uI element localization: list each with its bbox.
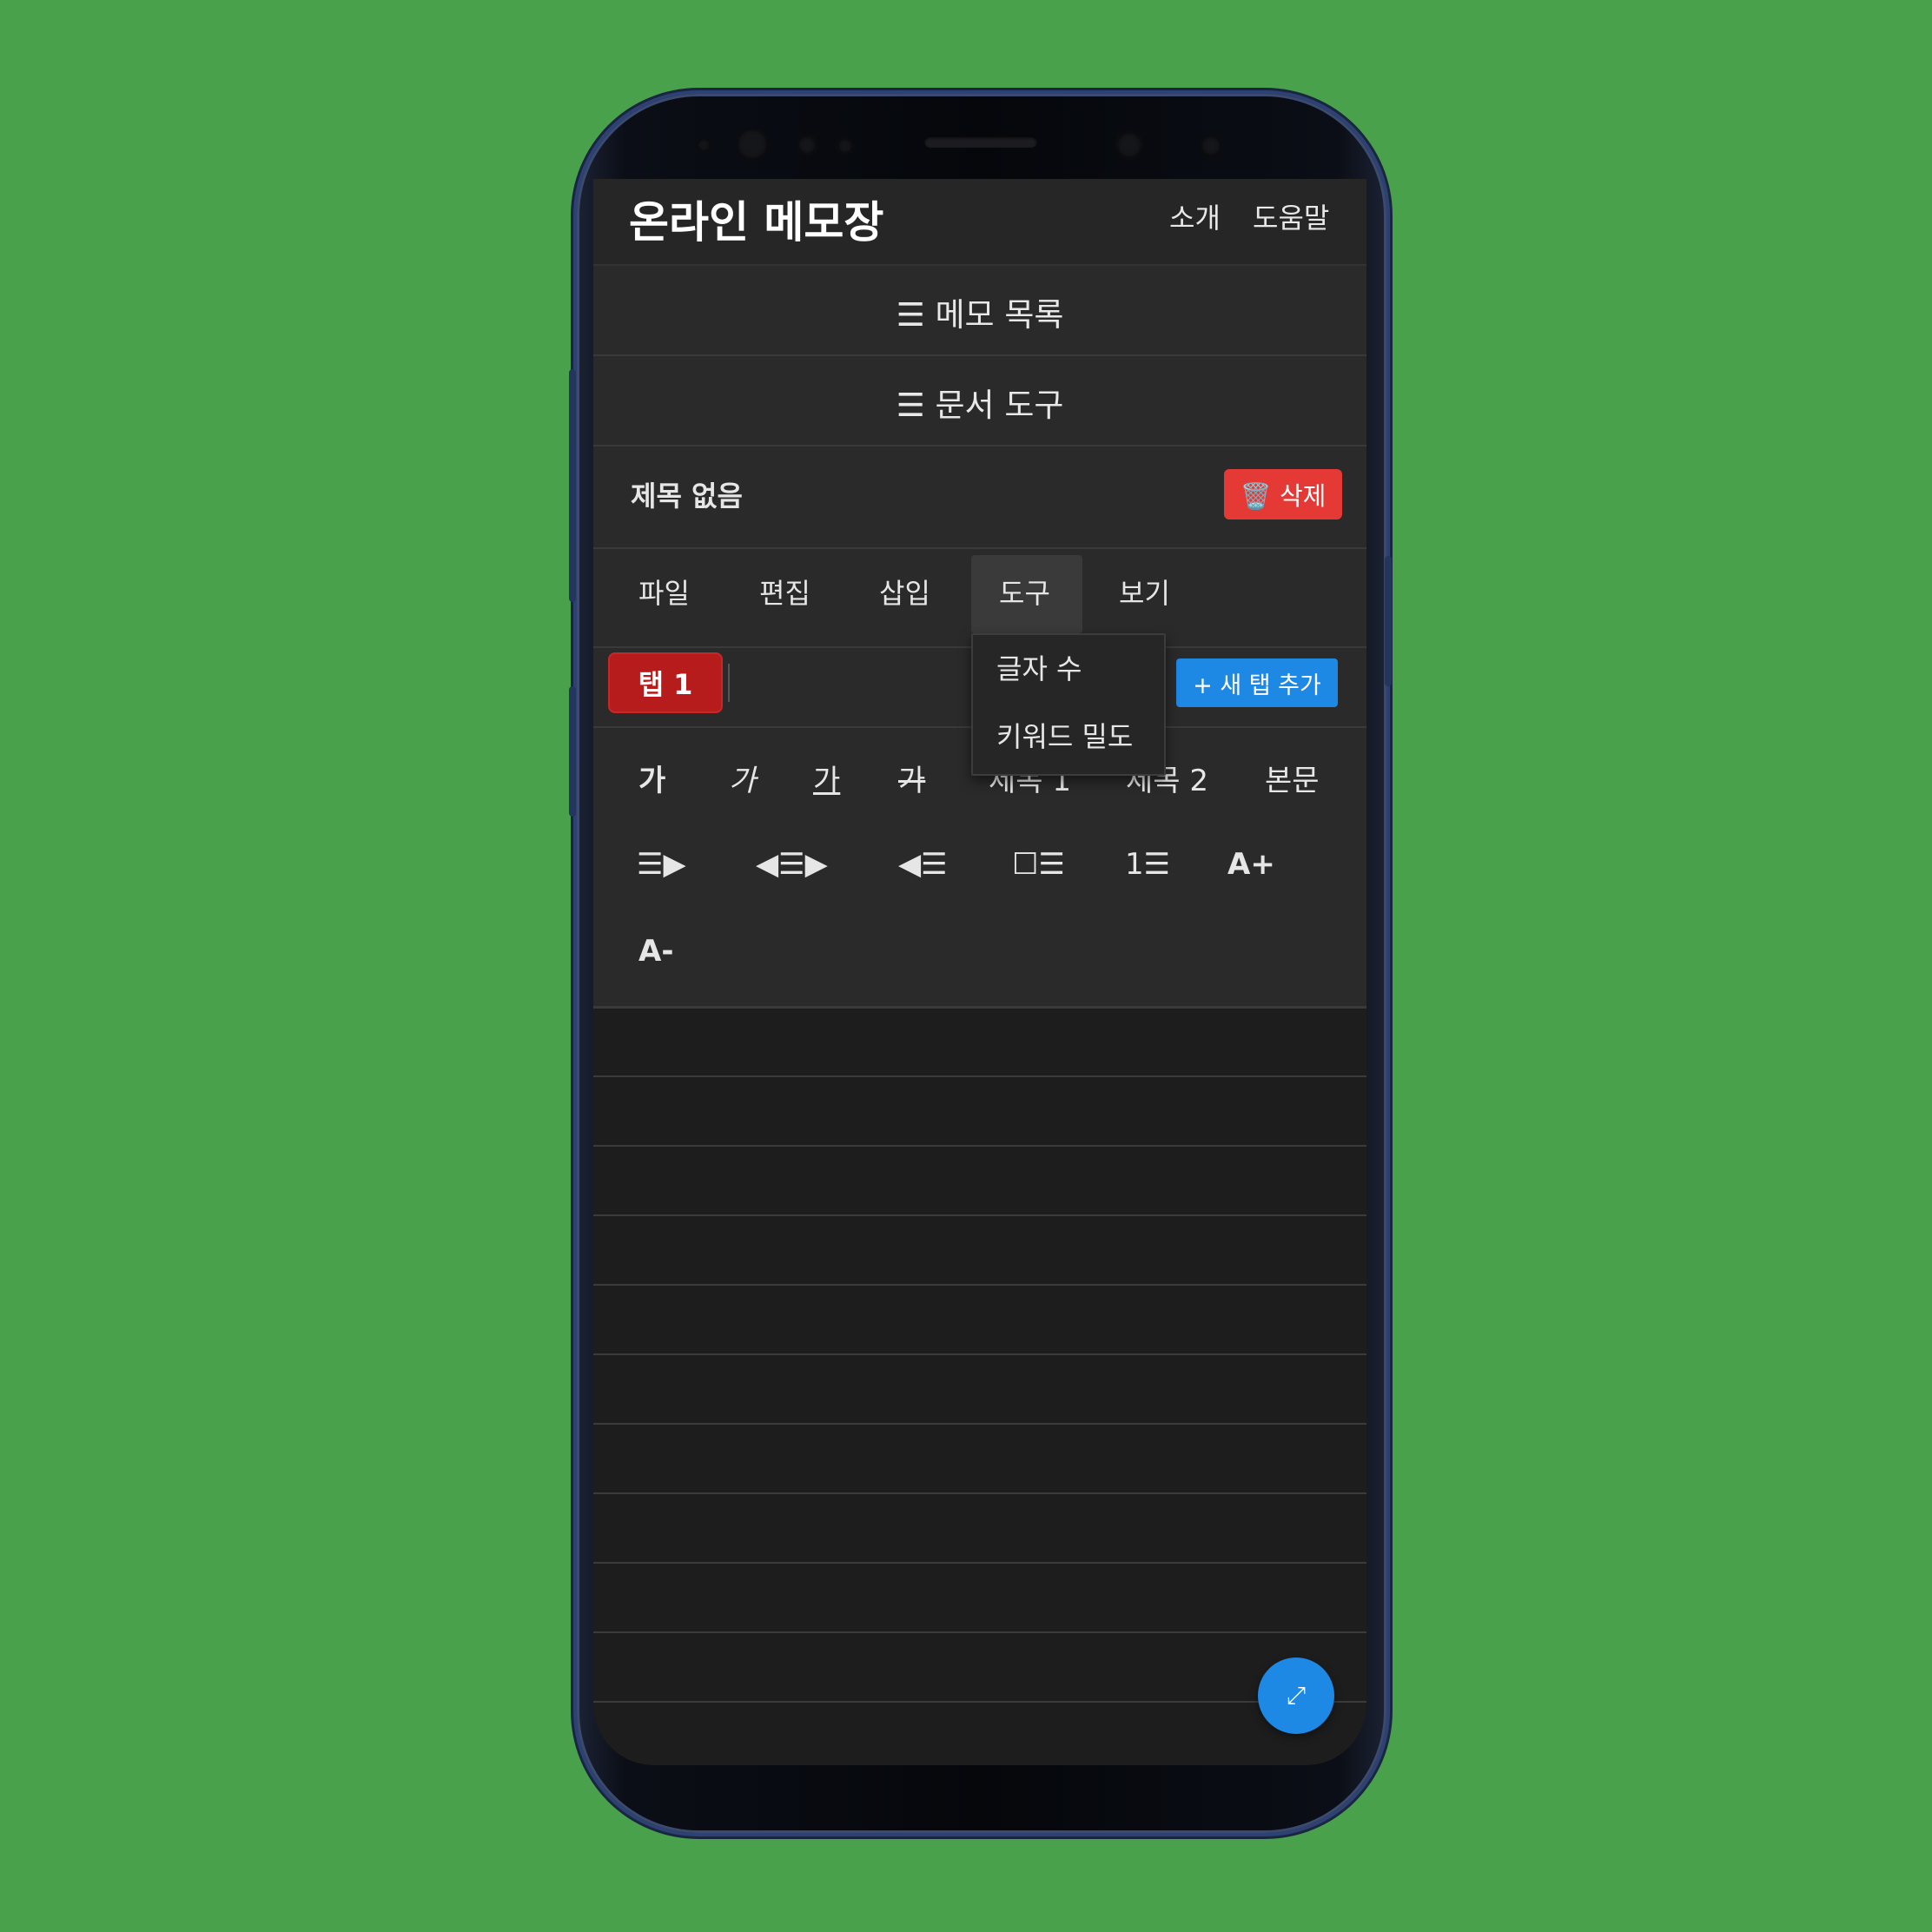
- menu-edit[interactable]: 편집: [759, 572, 811, 612]
- align-right-icon[interactable]: ◀☰: [898, 847, 948, 882]
- menu-view[interactable]: 보기: [1119, 572, 1170, 612]
- ruled-line: [593, 1145, 1366, 1147]
- font-decrease-button[interactable]: A-: [638, 934, 673, 969]
- memo-list-label: ☰ 메모 목록: [896, 296, 1064, 334]
- checklist-icon[interactable]: ☐☰: [1012, 847, 1065, 882]
- phone-bixby-button: [569, 686, 576, 817]
- font-increase-button[interactable]: A+: [1227, 847, 1275, 882]
- ruled-line: [593, 1492, 1366, 1494]
- dropdown-keyword-density[interactable]: 키워드 밀도: [996, 715, 1133, 755]
- ruled-line: [593, 1631, 1366, 1633]
- menu-insert[interactable]: 삽입: [879, 572, 930, 612]
- phone-power-button: [1385, 556, 1392, 686]
- bold-button[interactable]: 가: [638, 757, 665, 799]
- align-left-icon[interactable]: ☰▶: [637, 847, 686, 882]
- nav-help-link[interactable]: 도움말: [1253, 196, 1329, 236]
- delete-label: 🗑️ 삭제: [1240, 481, 1327, 511]
- phone-front-camera: [1116, 132, 1142, 158]
- ruled-line: [593, 1423, 1366, 1425]
- ruled-line: [593, 1075, 1366, 1077]
- tab-divider: [728, 664, 730, 702]
- ruled-line: [593, 1353, 1366, 1355]
- add-tab-button[interactable]: + 새 탭 추가: [1176, 658, 1338, 707]
- ruled-line: [593, 1701, 1366, 1703]
- tab-1-label: 탭 1: [638, 668, 693, 701]
- body-text-button[interactable]: 본문: [1265, 757, 1320, 799]
- expand-button[interactable]: ⤢: [1258, 1657, 1334, 1734]
- numbered-list-icon[interactable]: 1☰: [1125, 847, 1170, 882]
- doc-tools-label: ☰ 문서 도구: [896, 387, 1064, 424]
- phone-sensor: [797, 136, 817, 155]
- phone-volume-button: [569, 369, 576, 602]
- doc-tools-toggle[interactable]: ☰ 문서 도구: [593, 356, 1366, 447]
- phone-sensor: [1201, 136, 1221, 156]
- tab-1[interactable]: 탭 1: [610, 654, 721, 711]
- ruled-line: [593, 1284, 1366, 1286]
- ruled-line: [593, 1214, 1366, 1216]
- phone-speaker: [924, 136, 1037, 148]
- add-tab-label: + 새 탭 추가: [1193, 672, 1321, 699]
- editor-area[interactable]: [593, 1009, 1366, 1765]
- phone-sensor: [697, 138, 711, 152]
- underline-button[interactable]: 가: [813, 757, 840, 799]
- menu-tools[interactable]: 도구: [999, 572, 1050, 612]
- app-title: 온라인 메모장: [629, 197, 884, 248]
- phone-screen: 온라인 메모장 소개 도움말 ☰ 메모 목록 ☰ 문서 도구 제목 없음 🗑️ …: [593, 179, 1366, 1765]
- strikethrough-button[interactable]: 가: [898, 757, 925, 799]
- ruled-line: [593, 1562, 1366, 1564]
- memo-title[interactable]: 제목 없음: [631, 474, 743, 514]
- expand-icon: ⤢: [1286, 1681, 1307, 1710]
- align-center-icon[interactable]: ◀☰▶: [756, 847, 828, 882]
- italic-button[interactable]: 가: [729, 757, 756, 799]
- phone-sensor: [837, 138, 853, 154]
- delete-button[interactable]: 🗑️ 삭제: [1224, 469, 1342, 519]
- dropdown-char-count[interactable]: 글자 수: [996, 647, 1082, 687]
- memo-list-toggle[interactable]: ☰ 메모 목록: [593, 266, 1366, 356]
- nav-about-link[interactable]: 소개: [1169, 196, 1221, 236]
- tools-dropdown: 글자 수 키워드 밀도: [971, 633, 1166, 776]
- phone-iris-camera: [737, 129, 768, 160]
- menu-file[interactable]: 파일: [638, 572, 690, 612]
